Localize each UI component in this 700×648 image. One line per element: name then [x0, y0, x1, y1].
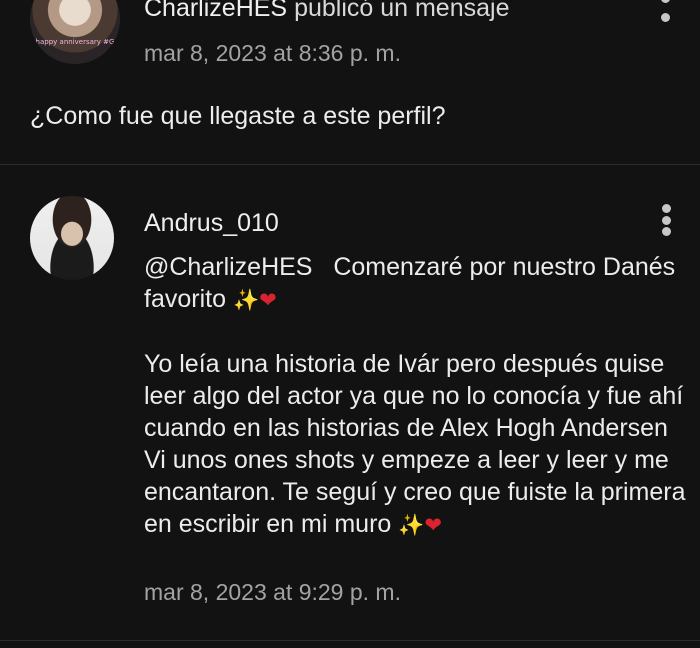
user-mention[interactable]: @CharlizeHES	[144, 253, 312, 281]
post-timestamp: mar 8, 2023 at 9:29 p. m.	[144, 579, 401, 605]
heart-icon: ❤	[424, 513, 443, 537]
reply-intro: @CharlizeHES Comenzaré por nuestro Danés…	[144, 251, 689, 316]
avatar[interactable]	[30, 196, 114, 280]
more-vertical-icon	[661, 227, 671, 236]
reply-body: Yo leía una historia de Ivár pero despué…	[144, 348, 689, 541]
more-options-button[interactable]	[654, 204, 678, 236]
reply-message: @CharlizeHES Comenzaré por nuestro Danés…	[144, 251, 689, 541]
more-vertical-icon	[661, 204, 671, 213]
heart-icon: ❤	[259, 288, 277, 312]
divider	[0, 640, 700, 641]
sparkles-icon: ✨	[398, 513, 425, 537]
reply-post: Andrus_010 @CharlizeHES Comenzaré por nu…	[0, 0, 700, 640]
author-name[interactable]: Andrus_010	[144, 209, 279, 238]
sparkles-icon: ✨	[232, 288, 260, 312]
more-vertical-icon	[661, 215, 671, 225]
reply-body-text: Yo leía una historia de Ivár pero despué…	[144, 350, 686, 538]
